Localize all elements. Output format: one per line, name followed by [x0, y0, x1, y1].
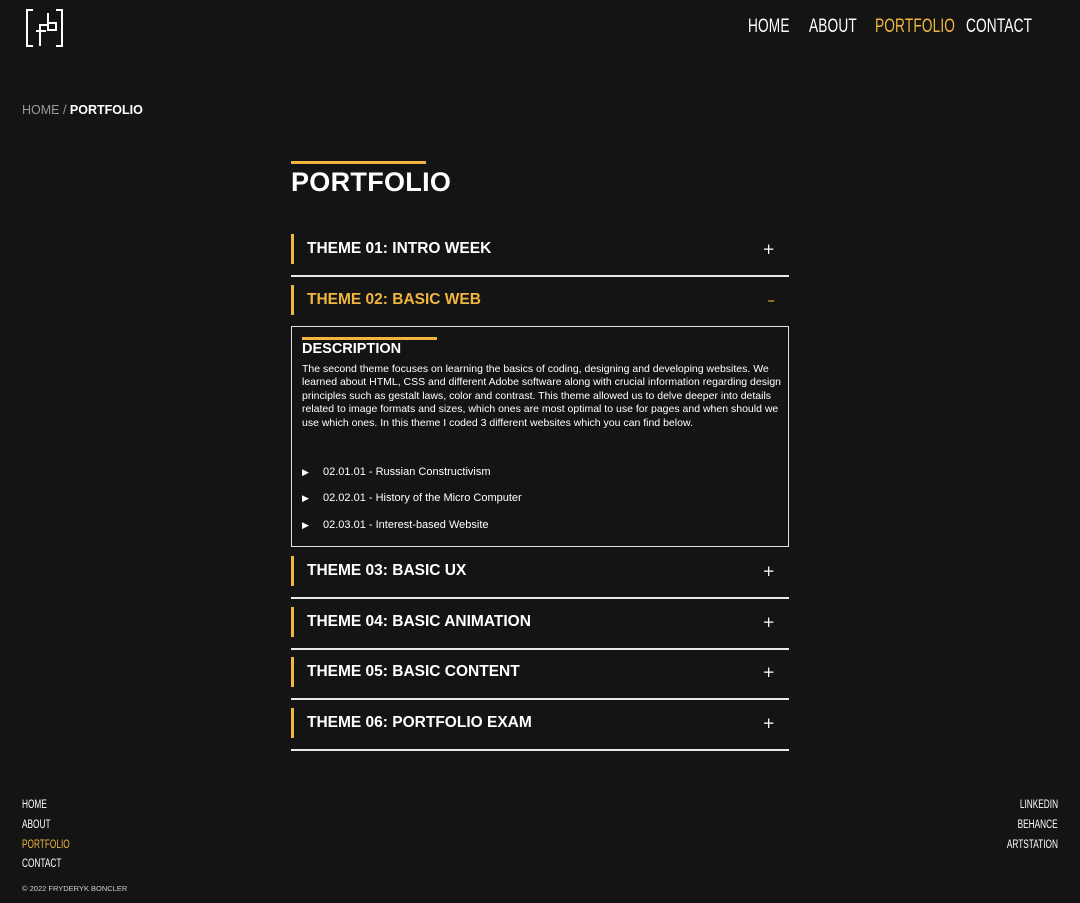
footer-home-link[interactable]: HOME: [22, 798, 47, 812]
accordion-theme-05[interactable]: THEME 05: BASIC CONTENT +: [291, 657, 789, 700]
plus-icon[interactable]: +: [762, 612, 775, 632]
plus-icon[interactable]: +: [762, 561, 775, 581]
minus-icon[interactable]: –: [768, 290, 776, 310]
main-nav: HOME ABOUT PORTFOLIO CONTACT: [0, 15, 1080, 39]
accordion-label: THEME 01: INTRO WEEK: [307, 240, 492, 257]
accordion-theme-01[interactable]: THEME 01: INTRO WEEK +: [291, 234, 789, 277]
breadcrumb: HOME / PORTFOLIO: [22, 103, 143, 118]
project-link-label: 02.01.01 - Russian Constructivism: [323, 466, 491, 478]
plus-icon[interactable]: +: [762, 662, 775, 682]
accordion-theme-02[interactable]: THEME 02: BASIC WEB –: [291, 285, 789, 326]
breadcrumb-home-link[interactable]: HOME: [22, 103, 60, 117]
breadcrumb-separator: /: [59, 103, 70, 117]
accordion-accent-bar: [291, 285, 294, 315]
footer-linkedin-link[interactable]: LINKEDIN: [1020, 798, 1058, 812]
accordion-label: THEME 06: PORTFOLIO EXAM: [307, 714, 532, 731]
project-link-02-01-01[interactable]: ▶ 02.01.01 - Russian Constructivism: [302, 464, 772, 480]
accordion-accent-bar: [291, 657, 294, 687]
accordion-accent-bar: [291, 556, 294, 586]
description-text: The second theme focuses on learning the…: [302, 363, 782, 429]
project-link-02-02-01[interactable]: ▶ 02.02.01 - History of the Micro Comput…: [302, 490, 772, 506]
accordion-theme-04[interactable]: THEME 04: BASIC ANIMATION +: [291, 607, 789, 650]
accordion-theme-06[interactable]: THEME 06: PORTFOLIO EXAM +: [291, 708, 789, 751]
plus-icon[interactable]: +: [762, 239, 775, 259]
accordion-label: THEME 04: BASIC ANIMATION: [307, 613, 531, 630]
accordion-accent-bar: [291, 234, 294, 264]
footer-about-link[interactable]: ABOUT: [22, 818, 51, 832]
page-title: PORTFOLIO: [291, 167, 452, 197]
play-triangle-icon: ▶: [302, 520, 309, 530]
nav-contact-link[interactable]: CONTACT: [966, 15, 1032, 39]
nav-about-link[interactable]: ABOUT: [809, 15, 857, 39]
description-heading: DESCRIPTION: [302, 341, 402, 357]
accordion-label: THEME 02: BASIC WEB: [307, 291, 481, 308]
footer-behance-link[interactable]: BEHANCE: [1018, 818, 1058, 832]
accordion-accent-bar: [291, 708, 294, 738]
copyright: © 2022 FRYDERYK BONCLER: [22, 884, 128, 893]
accordion-panel-theme-02: DESCRIPTION The second theme focuses on …: [291, 326, 789, 547]
title-accent-bar: [291, 161, 426, 164]
footer-artstation-link[interactable]: ARTSTATION: [1007, 838, 1058, 852]
footer-contact-link[interactable]: CONTACT: [22, 857, 61, 871]
play-triangle-icon: ▶: [302, 493, 309, 503]
accordion-accent-bar: [291, 607, 294, 637]
footer-portfolio-link[interactable]: PORTFOLIO: [22, 838, 70, 852]
accordion-label: THEME 05: BASIC CONTENT: [307, 663, 520, 680]
project-link-label: 02.02.01 - History of the Micro Computer: [323, 492, 522, 504]
nav-home-link[interactable]: HOME: [748, 15, 790, 39]
project-link-label: 02.03.01 - Interest-based Website: [323, 519, 489, 531]
accordion-label: THEME 03: BASIC UX: [307, 562, 467, 579]
accordion-theme-03[interactable]: THEME 03: BASIC UX +: [291, 556, 789, 599]
play-triangle-icon: ▶: [302, 467, 309, 477]
project-link-02-03-01[interactable]: ▶ 02.03.01 - Interest-based Website: [302, 517, 772, 533]
nav-portfolio-link[interactable]: PORTFOLIO: [875, 15, 955, 39]
plus-icon[interactable]: +: [762, 713, 775, 733]
page: HOME ABOUT PORTFOLIO CONTACT HOME / PORT…: [0, 0, 1080, 903]
breadcrumb-current: PORTFOLIO: [69, 103, 143, 117]
